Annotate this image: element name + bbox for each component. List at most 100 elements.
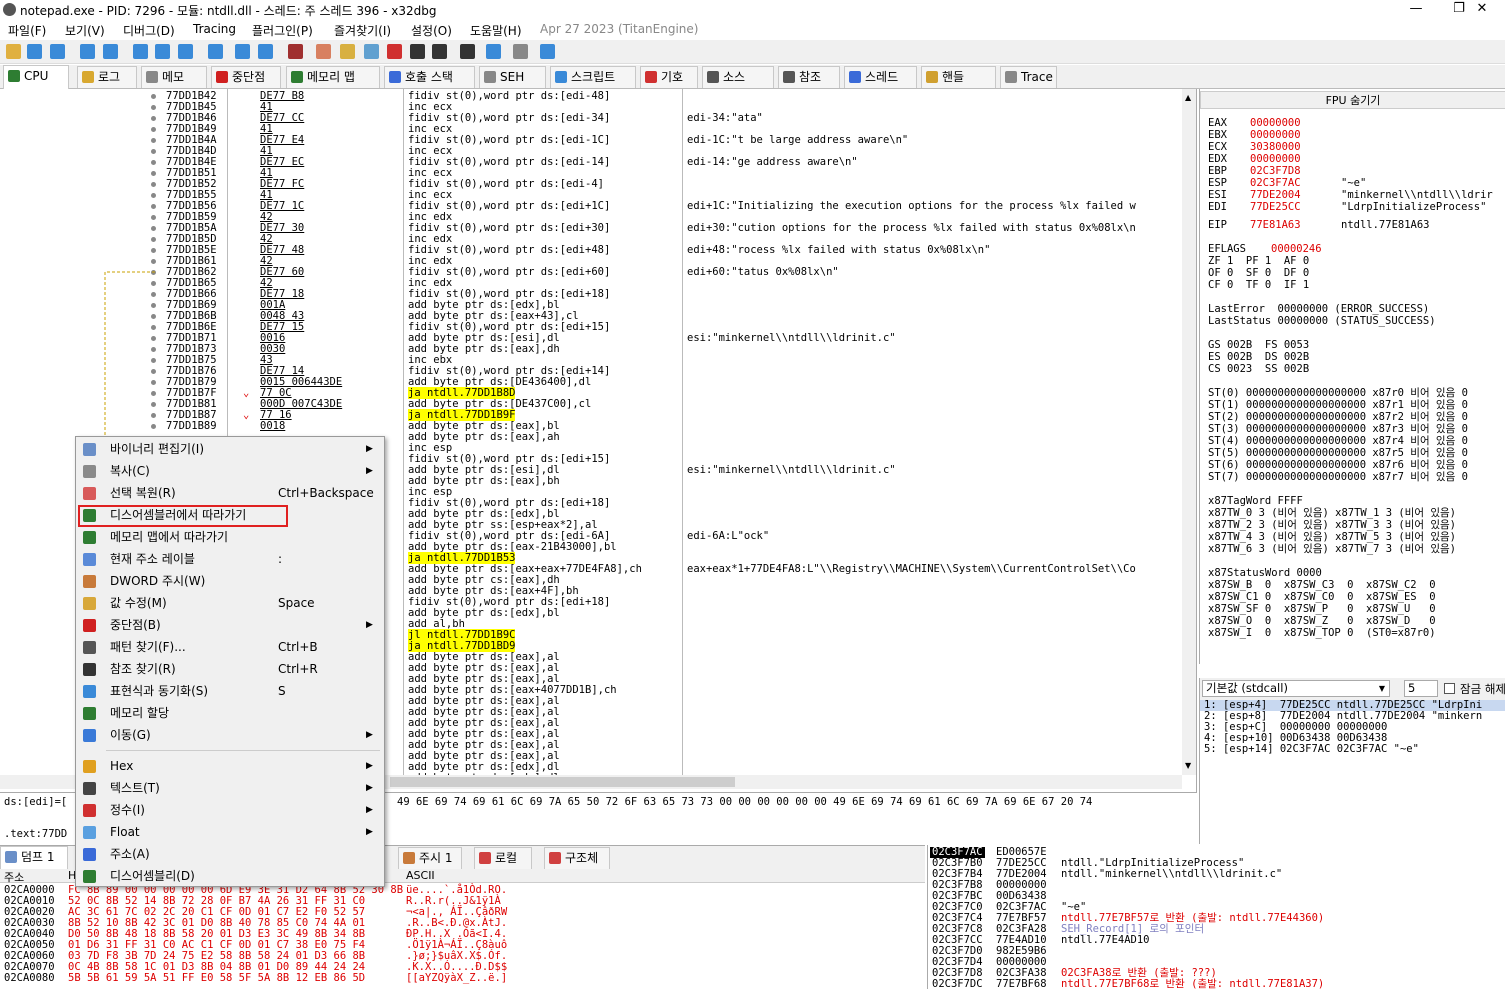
stack-value[interactable]: 77E7BF68 — [996, 979, 1047, 989]
menu-plugins[interactable]: 플러그인(P) — [252, 22, 313, 39]
call-convention-select[interactable]: 기본값 (stdcall) ▼ — [1202, 680, 1390, 697]
menu-item-follow-in-memory-map[interactable]: 메모리 맵에서 따라가기 — [76, 526, 384, 548]
toolbar-button-icon[interactable] — [50, 44, 65, 59]
menu-item-float[interactable]: Float ▶ — [76, 821, 384, 843]
toolbar-button-icon[interactable] — [410, 44, 425, 59]
register-value[interactable]: 00000000 — [1250, 153, 1301, 165]
tab-breakpoints[interactable]: 중단점 — [211, 66, 281, 88]
menu-item-find-pattern[interactable]: 패턴 찾기(F)... Ctrl+B — [76, 636, 384, 658]
breakpoint-dot[interactable] — [151, 215, 156, 220]
register-value[interactable]: 02C3F7AC — [1250, 177, 1301, 189]
toolbar-button-icon[interactable] — [178, 44, 193, 59]
breakpoint-dot[interactable] — [151, 127, 156, 132]
register-value[interactable]: 00000246 — [1271, 243, 1322, 255]
hex-dump-view[interactable]: 주소 H ASCII 02CA0000 FC 8B 89 00 00 00 00 … — [0, 869, 925, 989]
toolbar-button-icon[interactable] — [340, 44, 355, 59]
menu-item-find-references[interactable]: 참조 찾기(R) Ctrl+R — [76, 658, 384, 680]
toolbar-button-icon[interactable] — [513, 44, 528, 59]
breakpoint-dot[interactable] — [151, 94, 156, 99]
menu-item-binary-editor[interactable]: 바이너리 편집기(I) ▶ — [76, 438, 384, 460]
toolbar-button-icon[interactable] — [80, 44, 95, 59]
menu-tracing[interactable]: Tracing — [193, 22, 236, 36]
tab-watch-1[interactable]: 주시 1 — [398, 847, 462, 869]
minimize-button[interactable]: — — [1393, 0, 1439, 20]
toolbar-button-icon[interactable] — [432, 44, 447, 59]
toolbar-button-icon[interactable] — [27, 44, 42, 59]
call-arg-row[interactable]: 5: [esp+14] 02C3F7AC 02C3F7AC "~e" — [1204, 744, 1419, 755]
tab-locals[interactable]: 로컬 — [474, 847, 532, 869]
menu-item-restore-selection[interactable]: 선택 복원(R) Ctrl+Backspace — [76, 482, 384, 504]
menu-item-goto[interactable]: 이동(G) ▶ — [76, 724, 384, 746]
menu-item-copy[interactable]: 복사(C) ▶ — [76, 460, 384, 482]
register-value[interactable]: 00000000 — [1250, 117, 1301, 129]
register-value[interactable]: 00000000 — [1250, 129, 1301, 141]
toolbar-button-icon[interactable] — [103, 44, 118, 59]
register-value[interactable]: 77DE25CC — [1250, 201, 1301, 213]
breakpoint-dot[interactable] — [151, 160, 156, 165]
menu-favourites[interactable]: 즐겨찾기(I) — [334, 22, 391, 39]
toolbar-button-icon[interactable] — [155, 44, 170, 59]
breakpoint-dot[interactable] — [151, 105, 156, 110]
dump-hex-bytes[interactable]: 5B 5B 61 59 5A 51 FF E0 58 5F 5A 8B 12 E… — [68, 973, 365, 984]
menu-view[interactable]: 보기(V) — [65, 22, 105, 39]
menu-item-follow-in-disassembler[interactable]: 디스어셈블러에서 따라가기 — [76, 504, 384, 527]
tab-log[interactable]: 로그 — [77, 66, 137, 88]
breakpoint-dot[interactable] — [151, 193, 156, 198]
tab-seh[interactable]: SEH — [479, 66, 546, 88]
breakpoint-dot[interactable] — [151, 138, 156, 143]
menu-item-modify-value[interactable]: 값 수정(M) Space — [76, 592, 384, 614]
tab-script[interactable]: 스크립트 — [550, 66, 636, 88]
menu-help[interactable]: 도움말(H) — [470, 22, 522, 39]
breakpoint-dot[interactable] — [151, 171, 156, 176]
scroll-down-icon[interactable]: ▼ — [1185, 761, 1191, 770]
menu-item-integer[interactable]: 정수(I) ▶ — [76, 799, 384, 821]
fpu-toggle-button[interactable]: FPU 숨기기 — [1200, 91, 1505, 109]
toolbar-button-icon[interactable] — [133, 44, 148, 59]
stack-view[interactable]: 02C3F7AC ED00657E 02C3F7B0 77DE25CC ntdll.… — [927, 845, 1505, 989]
menu-item-disassembly[interactable]: 디스어셈블리(D) — [76, 865, 384, 887]
breakpoint-dot[interactable] — [151, 204, 156, 209]
menu-item-text[interactable]: 텍스트(T) ▶ — [76, 777, 384, 799]
toolbar-button-icon[interactable] — [316, 44, 331, 59]
menu-item-breakpoint[interactable]: 중단점(B) ▶ — [76, 614, 384, 636]
menu-item-sync-expression[interactable]: 표현식과 동기화(S) S — [76, 680, 384, 702]
tab-symbols[interactable]: 기호 — [640, 66, 698, 88]
dump-ascii[interactable]: [[aYZQÿàX_Z..ë.] — [406, 973, 507, 984]
menu-item-watch-dword[interactable]: DWORD 주시(W) — [76, 570, 384, 592]
toolbar-button-icon[interactable] — [540, 44, 555, 59]
toolbar-button-icon[interactable] — [288, 44, 303, 59]
toolbar-button-icon[interactable] — [460, 44, 475, 59]
arg-count-spinbox[interactable]: 5 — [1404, 680, 1438, 697]
tab-threads[interactable]: 스레드 — [844, 66, 917, 88]
menu-options[interactable]: 설정(O) — [411, 22, 452, 39]
toolbar-button-icon[interactable] — [364, 44, 379, 59]
tab-handles[interactable]: 핸들 — [921, 66, 996, 88]
menu-item-address[interactable]: 주소(A) — [76, 843, 384, 865]
lock-checkbox[interactable] — [1444, 683, 1455, 694]
breakpoint-dot[interactable] — [151, 149, 156, 154]
toolbar-button-icon[interactable] — [6, 44, 21, 59]
register-value[interactable]: 77E81A63 — [1250, 219, 1301, 231]
breakpoint-dot[interactable] — [151, 182, 156, 187]
scroll-up-icon[interactable]: ▲ — [1185, 93, 1191, 102]
close-button[interactable]: ✕ — [1459, 0, 1505, 20]
toolbar-button-icon[interactable] — [235, 44, 250, 59]
register-value[interactable]: 30380000 — [1250, 141, 1301, 153]
breakpoint-dot[interactable] — [151, 116, 156, 121]
menu-item-allocate-memory[interactable]: 메모리 할당 — [76, 702, 384, 724]
menu-item-hex[interactable]: Hex ▶ — [76, 755, 384, 777]
tab-trace[interactable]: Trace — [1000, 66, 1057, 88]
tab-struct[interactable]: 구조체 — [544, 847, 610, 869]
tab-dump-1[interactable]: 덤프 1 — [0, 846, 68, 870]
menu-debug[interactable]: 디버그(D) — [123, 22, 175, 39]
toolbar-button-icon[interactable] — [208, 44, 223, 59]
register-value[interactable]: 77DE2004 — [1250, 189, 1301, 201]
tab-notes[interactable]: 메모 — [141, 66, 207, 88]
tab-references[interactable]: 참조 — [778, 66, 840, 88]
breakpoint-dot[interactable] — [151, 248, 156, 253]
breakpoint-dot[interactable] — [151, 226, 156, 231]
tab-source[interactable]: 소스 — [702, 66, 774, 88]
breakpoint-dot[interactable] — [151, 237, 156, 242]
toolbar-button-icon[interactable] — [387, 44, 402, 59]
register-value[interactable]: 02C3F7D8 — [1250, 165, 1301, 177]
